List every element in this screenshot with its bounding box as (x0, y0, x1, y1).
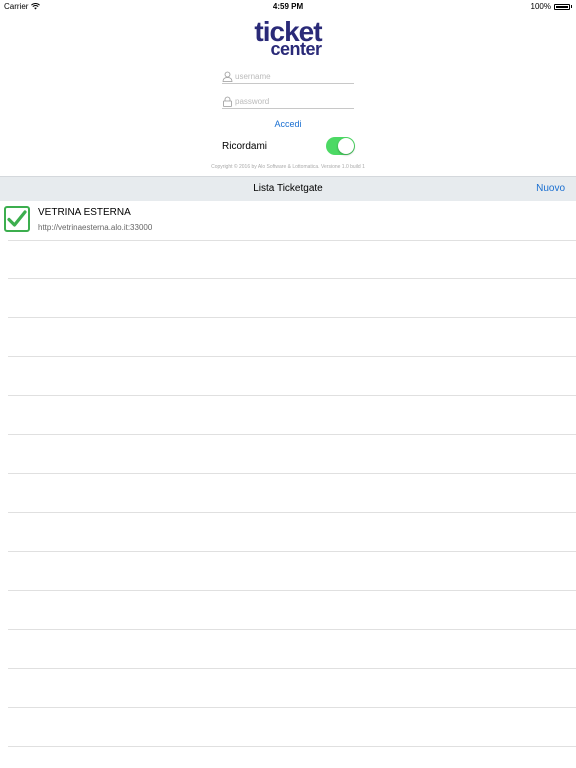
battery-tip (571, 5, 572, 8)
logo-line-center: center (270, 39, 322, 59)
empty-row (8, 435, 576, 474)
empty-row (8, 630, 576, 669)
empty-row (8, 357, 576, 396)
status-bar: Carrier 4:59 PM 100% (0, 0, 576, 12)
empty-row (8, 396, 576, 435)
username-field-wrapper (222, 69, 354, 84)
toggle-knob (338, 138, 354, 154)
empty-row (8, 318, 576, 357)
empty-row (8, 669, 576, 708)
empty-row (8, 552, 576, 591)
password-field-wrapper (222, 94, 354, 109)
empty-row (8, 279, 576, 318)
ticketgate-list-header: Lista Ticketgate Nuovo (0, 176, 576, 201)
ticketgate-url: http://vetrinaesterna.alo.it:33000 (38, 223, 153, 232)
remember-me-label: Ricordami (222, 141, 268, 152)
empty-row (8, 240, 576, 279)
checkmark-icon[interactable] (4, 206, 30, 232)
empty-row (8, 513, 576, 552)
ticketgate-row[interactable]: VETRINA ESTERNA http://vetrinaesterna.al… (0, 201, 576, 241)
remember-me-toggle[interactable] (326, 137, 355, 155)
ticket-center-logo: ticket center (0, 18, 576, 59)
new-ticketgate-button[interactable]: Nuovo (536, 183, 565, 194)
lock-icon (223, 96, 232, 107)
battery-percent: 100% (530, 2, 551, 11)
password-input[interactable] (233, 96, 353, 106)
status-time: 4:59 PM (272, 2, 304, 11)
login-button[interactable]: Accedi (0, 119, 576, 129)
checkmark-glyph (7, 210, 27, 227)
battery-icon (554, 3, 570, 10)
empty-row (8, 591, 576, 630)
ticketgate-list: VETRINA ESTERNA http://vetrinaesterna.al… (0, 201, 576, 747)
username-input[interactable] (233, 71, 353, 81)
ticketgate-name: VETRINA ESTERNA (38, 207, 131, 218)
empty-row (8, 708, 576, 747)
list-title: Lista Ticketgate (253, 183, 323, 194)
copyright-text: Copyright © 2016 by Alo Software & Lotto… (211, 164, 365, 170)
user-icon (222, 71, 233, 82)
empty-row (8, 474, 576, 513)
status-battery: 100% (531, 2, 572, 11)
